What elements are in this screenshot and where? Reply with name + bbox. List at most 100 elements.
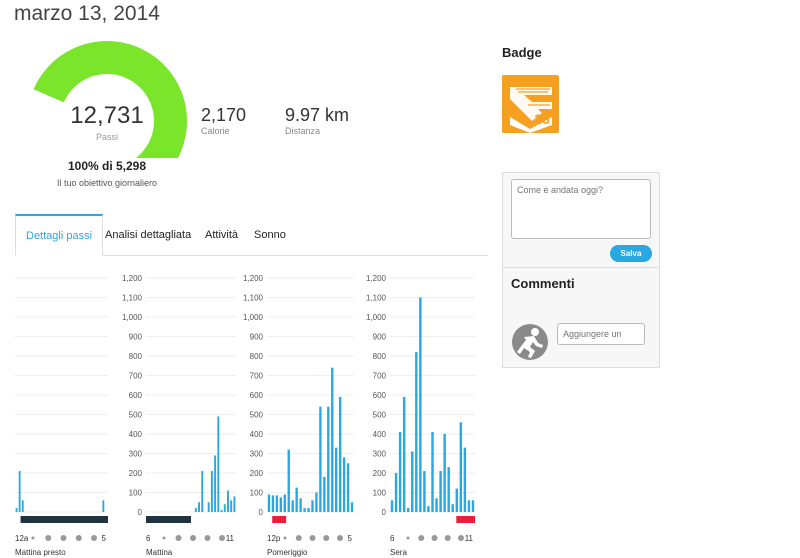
step-bar [315,492,318,512]
time-dot [175,535,182,541]
step-bar [217,416,220,512]
y-tick-label: 900 [250,333,264,342]
tab-detailed-analysis[interactable]: Analisi dettagliata [105,214,191,256]
steps-label: Passi [95,132,118,142]
activity-bar [20,516,108,523]
panel-divider [503,267,659,268]
step-bar [467,500,471,512]
step-bar [303,508,306,512]
distance-label: Distanza [285,126,321,136]
badge-number: 25 [534,111,550,127]
step-bar [419,297,422,512]
user-avatar-icon [511,323,549,361]
step-bar [407,508,410,512]
step-bar [102,500,105,512]
panel-label: Sera [390,548,407,557]
step-bar [350,502,354,512]
tab-activity[interactable]: Attività [205,214,238,256]
step-bar [459,422,463,512]
y-tick-label: 100 [129,489,143,498]
time-dot [444,535,451,541]
step-bar [271,495,275,512]
step-bar [279,497,283,512]
step-bar [411,451,414,512]
comments-heading: Commenti [511,276,575,291]
step-charts-svg: 12a 5Mattina presto0100200300400500600700… [15,274,475,557]
add-comment-input[interactable] [557,323,645,345]
badge-25-icon[interactable]: 25 [502,75,559,133]
time-dot [309,535,316,541]
y-tick-label: 500 [250,411,264,420]
step-bar [423,471,426,512]
step-bar [214,455,217,512]
step-bar [431,432,434,512]
step-bar [275,495,279,512]
panel-label: Mattina presto [15,548,66,557]
badge-heading: Badge [502,45,542,60]
y-tick-label: 100 [250,489,264,498]
x-tick-end: 11 [465,534,474,543]
y-tick-label: 300 [250,450,264,459]
y-tick-label: 100 [373,489,387,498]
step-bar [291,500,294,512]
y-tick-label: 400 [373,430,387,439]
step-bar [335,447,338,512]
activity-bar [146,516,191,523]
calories-value: 2,170 [201,105,247,125]
step-bar [21,500,24,512]
activity-bar [456,516,475,523]
y-tick-label: 1,000 [122,313,143,322]
time-dot [283,536,287,540]
save-button[interactable]: Salva [610,245,652,262]
step-bar [201,471,204,512]
y-tick-label: 200 [250,469,264,478]
y-tick-label: 800 [250,352,264,361]
y-tick-label: 0 [259,508,264,517]
step-bar [390,500,394,512]
time-dot [458,535,464,541]
step-bar [327,406,330,512]
step-charts: 12a 5 Mattina presto 0 100 200 300 400 500 600 700… [0,262,490,558]
time-dot [431,535,438,541]
time-dot [91,535,97,541]
step-bar [463,447,467,512]
y-tick-label: 500 [373,411,387,420]
y-tick-label: 0 [138,508,143,517]
panel-label: Mattina [146,548,173,557]
time-dot [75,535,82,541]
y-tick-label: 800 [129,352,143,361]
tab-sleep[interactable]: Sonno [254,214,286,256]
step-bar [307,508,310,512]
step-bar [455,488,458,512]
x-tick-start: 6 [390,534,395,543]
step-bar [319,406,322,512]
time-dot [323,535,330,541]
tab-step-details[interactable]: Dettagli passi [15,214,104,256]
y-tick-label: 600 [373,391,387,400]
y-tick-label: 1,200 [122,274,143,283]
comments-panel: Salva Commenti [502,172,660,368]
time-dot [337,535,343,541]
y-tick-label: 1,100 [122,294,143,303]
step-bar [15,508,18,512]
calories-stat: 2,170 Calorie [201,105,246,136]
page-title: marzo 13, 2014 [14,2,160,25]
panel-label: Pomeriggio [267,548,308,557]
goal-subtitle: Il tuo obiettivo giornaliero [56,178,158,188]
y-tick-label: 700 [129,372,143,381]
y-tick-label: 900 [373,333,387,342]
y-tick-label: 700 [373,372,387,381]
time-dot [31,536,35,540]
y-tick-label: 900 [129,333,143,342]
y-tick-label: 400 [129,430,143,439]
time-dot [60,535,67,541]
step-bar [230,500,233,512]
step-bar [210,471,213,512]
step-bar [299,498,302,512]
how-was-today-input[interactable] [511,179,651,239]
step-bar [338,396,342,512]
y-tick-label: 600 [129,391,143,400]
step-bar [267,494,271,512]
y-tick-label: 300 [373,450,387,459]
step-bar [346,463,350,512]
